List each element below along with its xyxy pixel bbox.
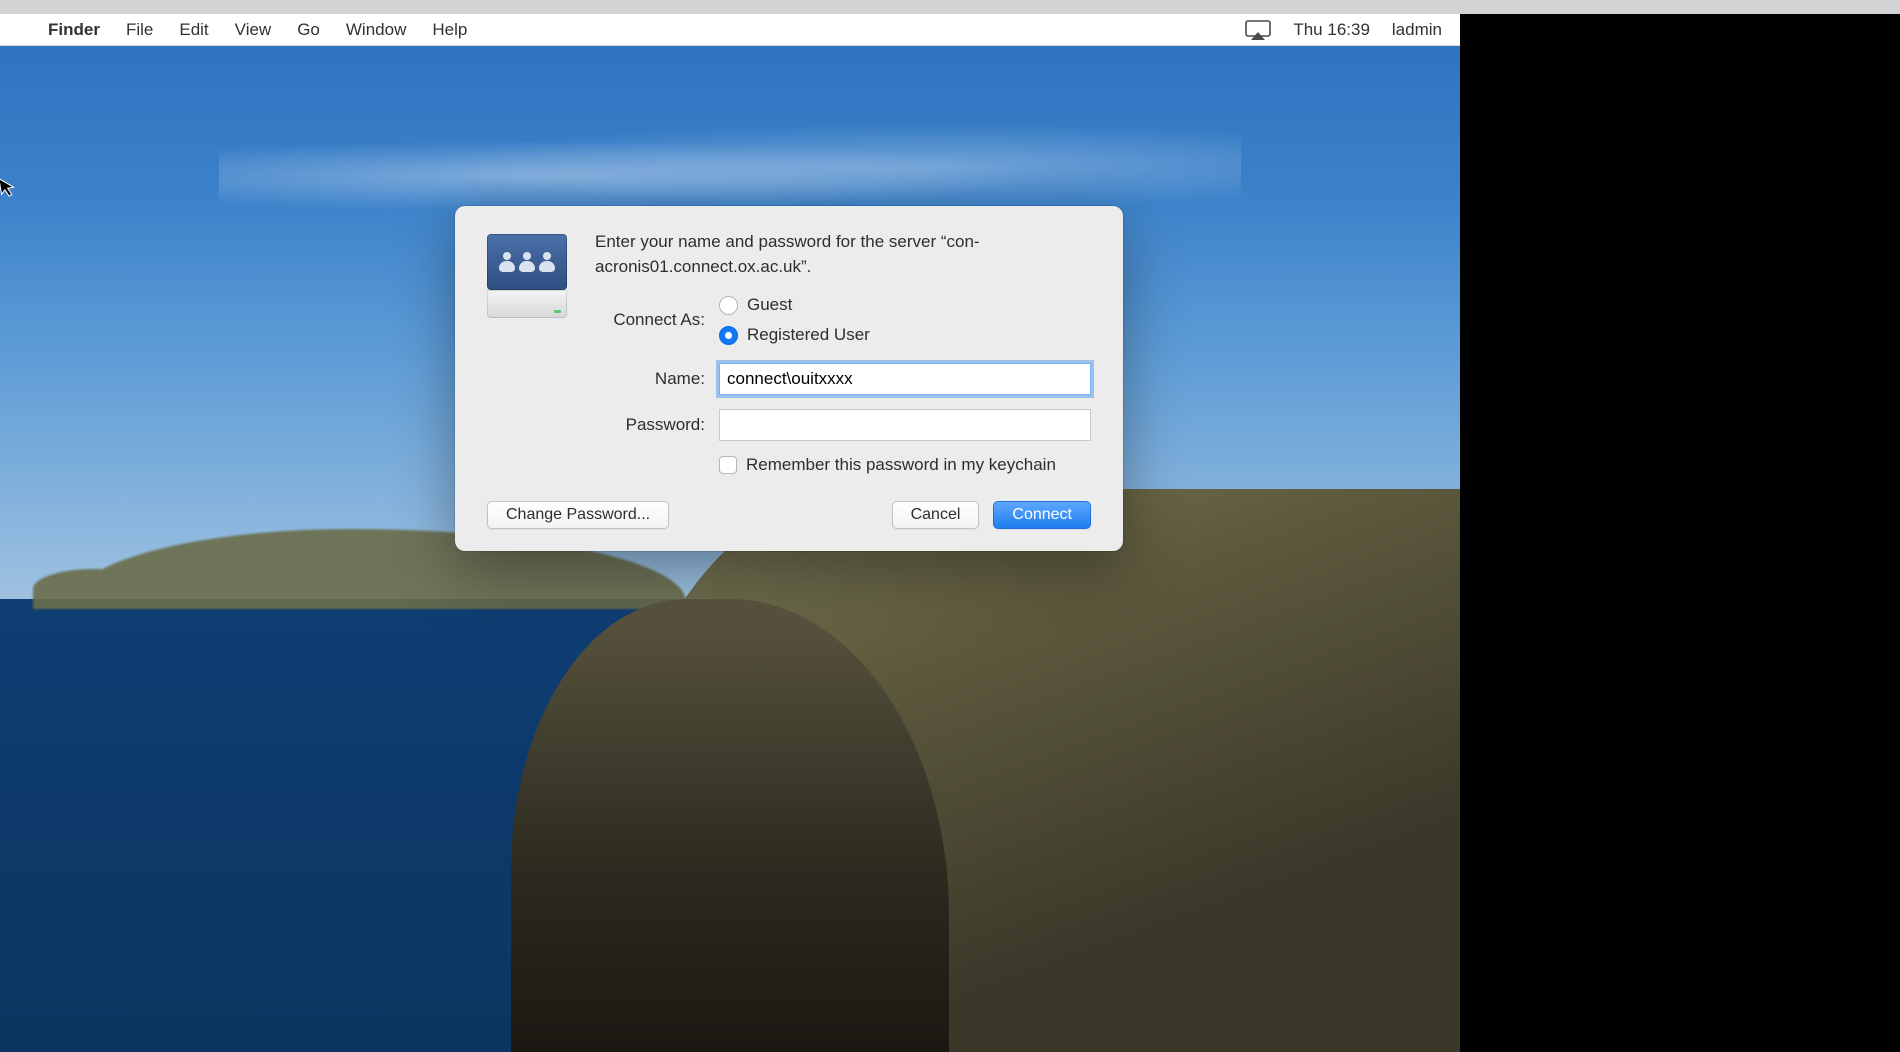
remember-password-checkbox[interactable]: Remember this password in my keychain xyxy=(719,455,1091,475)
checkbox-icon xyxy=(719,456,737,474)
name-label: Name: xyxy=(595,369,719,389)
menu-edit[interactable]: Edit xyxy=(179,20,208,40)
connect-as-label: Connect As: xyxy=(595,310,719,330)
cancel-button[interactable]: Cancel xyxy=(892,501,980,529)
menu-go[interactable]: Go xyxy=(297,20,320,40)
radio-icon xyxy=(719,296,738,315)
radio-guest[interactable]: Guest xyxy=(719,295,870,315)
radio-guest-label: Guest xyxy=(747,295,792,315)
window-chrome-artifact xyxy=(0,0,1900,14)
menu-file[interactable]: File xyxy=(126,20,153,40)
remember-password-label: Remember this password in my keychain xyxy=(746,455,1056,475)
desktop: Enter your name and password for the ser… xyxy=(0,46,1460,1052)
password-label: Password: xyxy=(595,415,719,435)
connect-to-server-dialog: Enter your name and password for the ser… xyxy=(455,206,1123,551)
menu-view[interactable]: View xyxy=(235,20,272,40)
menu-help[interactable]: Help xyxy=(432,20,467,40)
app-menu[interactable]: Finder xyxy=(48,20,100,40)
radio-icon xyxy=(719,326,738,345)
radio-registered-label: Registered User xyxy=(747,325,870,345)
menubar-user[interactable]: ladmin xyxy=(1392,20,1442,40)
dialog-prompt: Enter your name and password for the ser… xyxy=(595,230,1091,279)
menubar: Finder File Edit View Go Window Help Thu… xyxy=(0,14,1460,46)
password-input[interactable] xyxy=(719,409,1091,441)
screen-mirroring-icon[interactable] xyxy=(1245,20,1271,40)
radio-registered-user[interactable]: Registered User xyxy=(719,325,870,345)
connect-button[interactable]: Connect xyxy=(993,501,1091,529)
menubar-clock[interactable]: Thu 16:39 xyxy=(1293,20,1370,40)
name-input[interactable] xyxy=(719,363,1091,395)
menu-window[interactable]: Window xyxy=(346,20,406,40)
change-password-button[interactable]: Change Password... xyxy=(487,501,669,529)
network-server-icon xyxy=(487,234,567,324)
